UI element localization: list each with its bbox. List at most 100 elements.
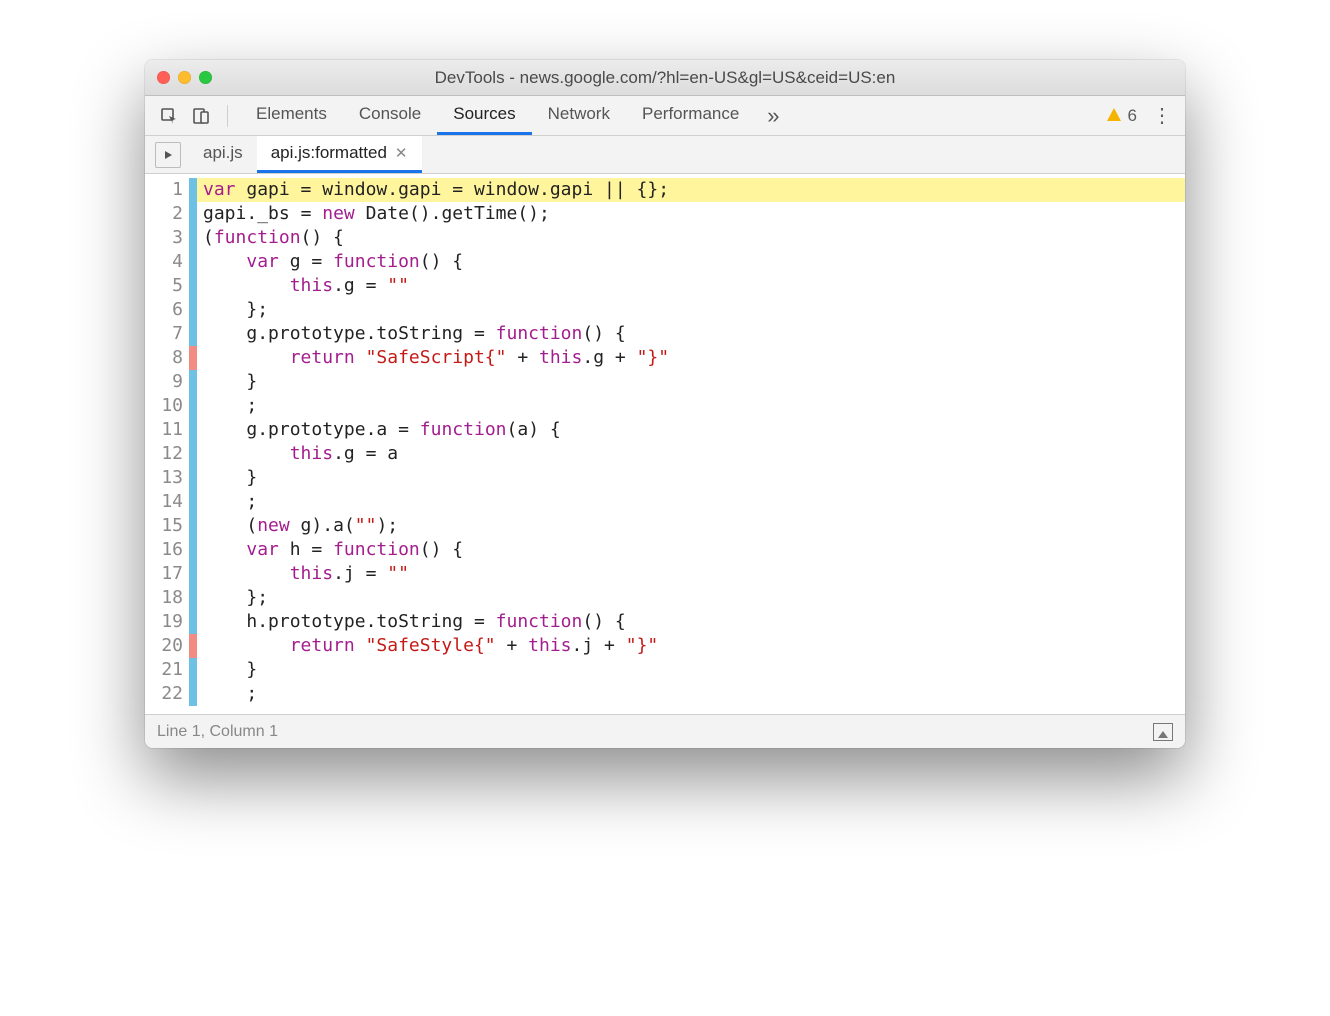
code-line[interactable]: return "SafeStyle{" + this.j + "}" (197, 634, 1185, 658)
code-line[interactable]: this.j = "" (197, 562, 1185, 586)
code-line[interactable]: g.prototype.toString = function() { (197, 322, 1185, 346)
line-marker[interactable] (189, 322, 197, 346)
code-line[interactable]: ; (197, 490, 1185, 514)
code-area[interactable]: var gapi = window.gapi = window.gapi || … (197, 174, 1185, 714)
code-line[interactable]: var g = function() { (197, 250, 1185, 274)
code-line[interactable]: } (197, 370, 1185, 394)
line-marker[interactable] (189, 178, 197, 202)
line-number[interactable]: 10 (155, 394, 183, 418)
panel-tab-elements[interactable]: Elements (240, 96, 343, 135)
warnings-count: 6 (1128, 106, 1137, 126)
line-number[interactable]: 20 (155, 634, 183, 658)
code-line[interactable]: ; (197, 682, 1185, 706)
line-marker[interactable] (189, 442, 197, 466)
line-number[interactable]: 13 (155, 466, 183, 490)
close-window-icon[interactable] (157, 71, 170, 84)
line-number[interactable]: 21 (155, 658, 183, 682)
line-marker[interactable] (189, 298, 197, 322)
line-marker[interactable] (189, 394, 197, 418)
breakpoint-gutter[interactable] (189, 174, 197, 714)
line-marker[interactable] (189, 538, 197, 562)
code-line[interactable]: return "SafeScript{" + this.g + "}" (197, 346, 1185, 370)
line-number[interactable]: 4 (155, 250, 183, 274)
titlebar: DevTools - news.google.com/?hl=en-US&gl=… (145, 60, 1185, 96)
file-tab-label: api.js:formatted (271, 143, 387, 163)
panel-tabstrip: ElementsConsoleSourcesNetworkPerformance… (145, 96, 1185, 136)
device-toolbar-icon[interactable] (187, 102, 215, 130)
line-marker[interactable] (189, 514, 197, 538)
line-number-gutter[interactable]: 12345678910111213141516171819202122 (145, 174, 189, 714)
line-marker[interactable] (189, 466, 197, 490)
file-tabstrip: api.js api.js:formatted ✕ (145, 136, 1185, 174)
line-marker[interactable] (189, 370, 197, 394)
line-number[interactable]: 18 (155, 586, 183, 610)
window-controls (157, 71, 212, 84)
line-marker[interactable] (189, 682, 197, 706)
line-number[interactable]: 15 (155, 514, 183, 538)
code-line[interactable]: }; (197, 586, 1185, 610)
line-number[interactable]: 11 (155, 418, 183, 442)
line-marker[interactable] (189, 226, 197, 250)
line-number[interactable]: 6 (155, 298, 183, 322)
panel-tab-console[interactable]: Console (343, 96, 437, 135)
line-marker[interactable] (189, 634, 197, 658)
line-marker[interactable] (189, 418, 197, 442)
drawer-toggle-icon[interactable] (1153, 723, 1173, 741)
window-title: DevTools - news.google.com/?hl=en-US&gl=… (145, 68, 1185, 88)
line-number[interactable]: 7 (155, 322, 183, 346)
line-marker[interactable] (189, 610, 197, 634)
panel-tab-performance[interactable]: Performance (626, 96, 755, 135)
settings-menu-icon[interactable]: ⋮ (1149, 103, 1175, 128)
line-number[interactable]: 1 (155, 178, 183, 202)
panel-tabs: ElementsConsoleSourcesNetworkPerformance (240, 96, 755, 135)
line-number[interactable]: 14 (155, 490, 183, 514)
line-number[interactable]: 16 (155, 538, 183, 562)
line-marker[interactable] (189, 562, 197, 586)
code-line[interactable]: h.prototype.toString = function() { (197, 610, 1185, 634)
line-marker[interactable] (189, 490, 197, 514)
line-number[interactable]: 5 (155, 274, 183, 298)
file-tab[interactable]: api.js:formatted ✕ (257, 136, 422, 173)
close-icon[interactable]: ✕ (395, 144, 408, 162)
line-number[interactable]: 3 (155, 226, 183, 250)
line-marker[interactable] (189, 274, 197, 298)
devtools-window: DevTools - news.google.com/?hl=en-US&gl=… (145, 60, 1185, 748)
file-tab[interactable]: api.js (189, 136, 257, 173)
code-line[interactable]: ; (197, 394, 1185, 418)
line-number[interactable]: 9 (155, 370, 183, 394)
code-line[interactable]: this.g = a (197, 442, 1185, 466)
line-marker[interactable] (189, 250, 197, 274)
code-line[interactable]: gapi._bs = new Date().getTime(); (197, 202, 1185, 226)
fullscreen-window-icon[interactable] (199, 71, 212, 84)
more-panels-icon[interactable]: » (759, 102, 787, 130)
code-line[interactable]: } (197, 466, 1185, 490)
code-line[interactable]: var h = function() { (197, 538, 1185, 562)
line-number[interactable]: 19 (155, 610, 183, 634)
file-tab-label: api.js (203, 143, 243, 163)
divider (227, 105, 228, 127)
code-line[interactable]: } (197, 658, 1185, 682)
line-number[interactable]: 8 (155, 346, 183, 370)
line-number[interactable]: 12 (155, 442, 183, 466)
line-number[interactable]: 2 (155, 202, 183, 226)
code-line[interactable]: this.g = "" (197, 274, 1185, 298)
line-marker[interactable] (189, 202, 197, 226)
line-marker[interactable] (189, 346, 197, 370)
code-line[interactable]: }; (197, 298, 1185, 322)
code-line[interactable]: g.prototype.a = function(a) { (197, 418, 1185, 442)
panel-tab-sources[interactable]: Sources (437, 96, 531, 135)
line-marker[interactable] (189, 658, 197, 682)
source-editor[interactable]: 12345678910111213141516171819202122 var … (145, 174, 1185, 714)
inspect-element-icon[interactable] (155, 102, 183, 130)
cursor-position: Line 1, Column 1 (157, 723, 278, 741)
code-line[interactable]: var gapi = window.gapi = window.gapi || … (197, 178, 1185, 202)
minimize-window-icon[interactable] (178, 71, 191, 84)
warnings-badge[interactable]: 6 (1106, 106, 1137, 126)
panel-tab-network[interactable]: Network (532, 96, 626, 135)
code-line[interactable]: (function() { (197, 226, 1185, 250)
code-line[interactable]: (new g).a(""); (197, 514, 1185, 538)
line-marker[interactable] (189, 586, 197, 610)
navigator-toggle-icon[interactable] (155, 142, 181, 168)
line-number[interactable]: 17 (155, 562, 183, 586)
line-number[interactable]: 22 (155, 682, 183, 706)
